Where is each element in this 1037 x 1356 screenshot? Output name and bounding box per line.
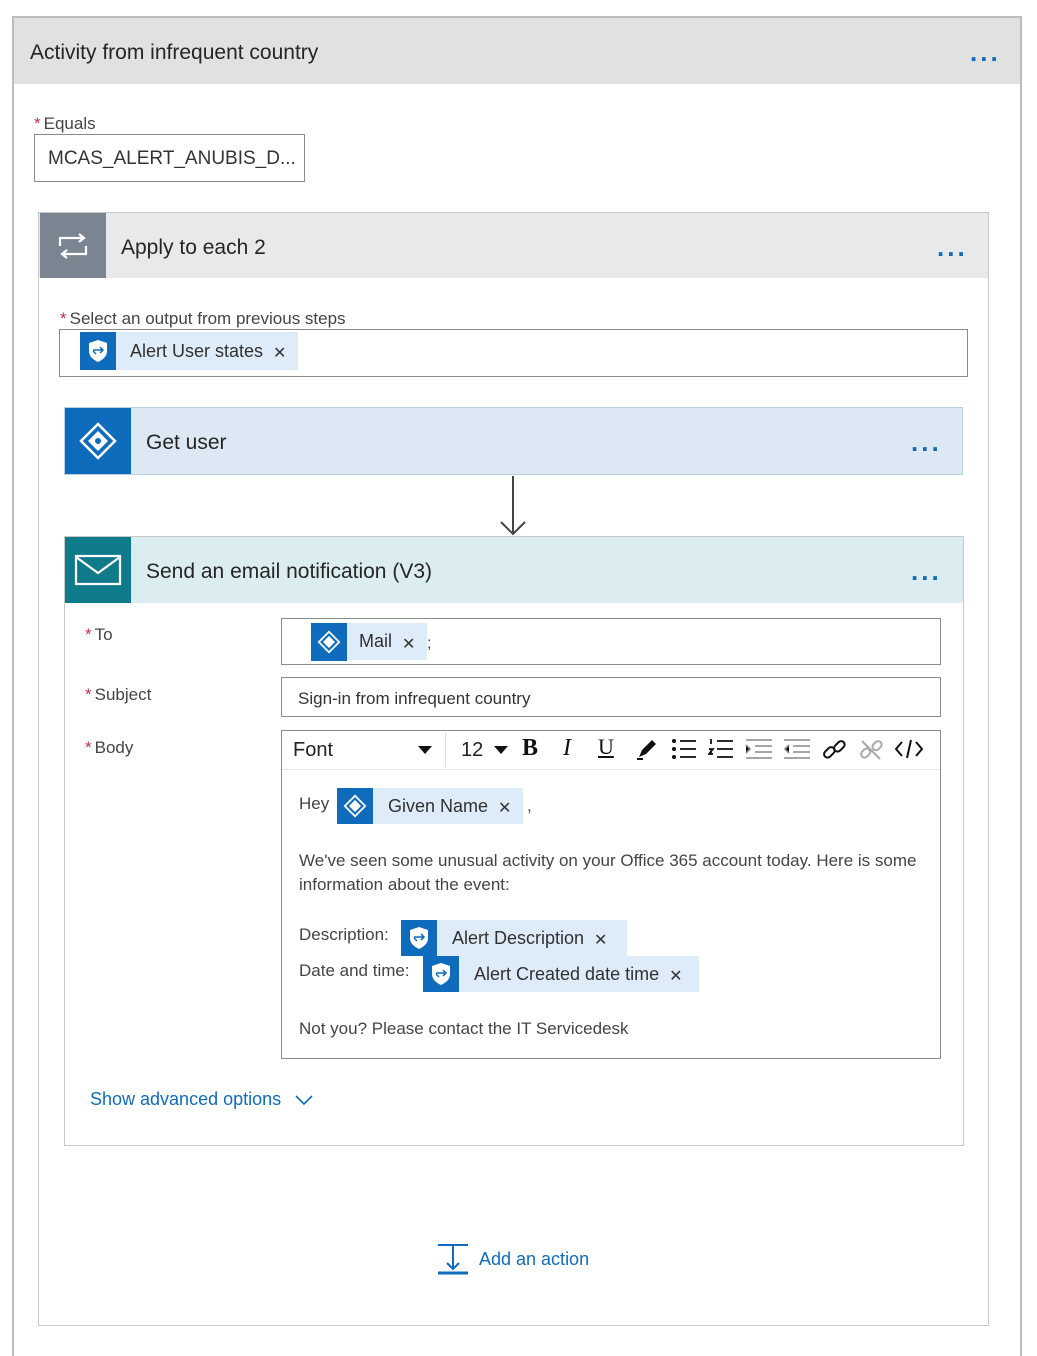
caret-down-icon bbox=[494, 746, 508, 754]
subject-value: Sign-in from infrequent country bbox=[298, 689, 531, 708]
add-action-icon bbox=[438, 1244, 468, 1275]
body-paragraph: We've seen some unusual activity on your… bbox=[299, 851, 917, 894]
shield-icon bbox=[80, 332, 116, 370]
equals-label: * Equals bbox=[34, 114, 96, 133]
indent-icon[interactable] bbox=[745, 738, 773, 760]
shield-icon bbox=[401, 920, 437, 956]
token-label: Alert Description bbox=[452, 927, 585, 948]
font-size-label: 12 bbox=[461, 739, 484, 761]
link-icon[interactable] bbox=[821, 737, 847, 763]
get-user-more-button[interactable]: ... bbox=[911, 429, 942, 455]
remove-token-icon[interactable]: ✕ bbox=[669, 966, 682, 986]
chevron-down-icon bbox=[295, 1094, 313, 1105]
add-action-label: Add an action bbox=[479, 1248, 590, 1269]
subject-input[interactable]: Sign-in from infrequent country bbox=[281, 677, 941, 717]
remove-token-icon[interactable]: ✕ bbox=[273, 343, 286, 363]
scope-title: Activity from infrequent country bbox=[30, 41, 319, 64]
apply-to-each-title: Apply to each 2 bbox=[121, 236, 266, 259]
scope-more-button[interactable]: ... bbox=[970, 39, 1001, 65]
token-mail[interactable]: Mail ✕ bbox=[311, 622, 428, 661]
font-size-dropdown[interactable]: 12 bbox=[455, 733, 515, 767]
unlink-icon[interactable] bbox=[858, 737, 884, 763]
token-alert-user-states[interactable]: Alert User states ✕ bbox=[80, 332, 299, 370]
font-dropdown-label: Font bbox=[293, 739, 334, 761]
email-more-button[interactable]: ... bbox=[911, 558, 942, 584]
output-label: * Select an output from previous steps bbox=[60, 309, 346, 328]
add-action-button[interactable]: Add an action bbox=[437, 1243, 589, 1275]
token-alert-description[interactable]: Alert Description ✕ bbox=[401, 920, 628, 956]
description-label: Description: bbox=[299, 925, 389, 944]
code-view-icon[interactable] bbox=[894, 738, 924, 760]
underline-icon[interactable]: U bbox=[598, 734, 614, 760]
remove-token-icon[interactable]: ✕ bbox=[402, 634, 415, 654]
greeting-separator: , bbox=[527, 796, 532, 815]
mail-icon bbox=[65, 537, 131, 603]
get-user-title: Get user bbox=[146, 431, 227, 454]
show-advanced-options-label: Show advanced options bbox=[90, 1089, 282, 1109]
equals-input[interactable]: MCAS_ALERT_ANUBIS_D... bbox=[34, 134, 305, 182]
token-label: Alert User states bbox=[130, 340, 264, 361]
numbered-list-icon[interactable] bbox=[708, 738, 734, 760]
caret-down-icon bbox=[418, 746, 432, 754]
token-label: Mail bbox=[359, 631, 393, 651]
body-label: * Body bbox=[85, 738, 134, 757]
italic-icon[interactable]: I bbox=[563, 735, 571, 762]
font-dropdown[interactable]: Font bbox=[285, 733, 446, 767]
bold-icon[interactable]: B bbox=[522, 735, 538, 762]
loop-icon bbox=[40, 213, 106, 278]
body-footer: Not you? Please contact the IT Servicede… bbox=[299, 1019, 629, 1038]
azure-ad-icon bbox=[65, 408, 131, 474]
email-title: Send an email notification (V3) bbox=[146, 560, 432, 583]
token-alert-created[interactable]: Alert Created date time ✕ bbox=[423, 956, 699, 992]
bullet-list-icon[interactable] bbox=[671, 738, 697, 760]
to-label: * To bbox=[85, 625, 113, 644]
azure-ad-icon bbox=[337, 788, 373, 824]
flow-arrow-icon bbox=[498, 476, 528, 543]
subject-label: * Subject bbox=[85, 685, 152, 704]
date-label: Date and time: bbox=[299, 961, 410, 980]
shield-icon bbox=[423, 956, 459, 992]
token-given-name[interactable]: Given Name ✕ bbox=[337, 788, 524, 824]
to-separator: ; bbox=[427, 635, 432, 652]
equals-value: MCAS_ALERT_ANUBIS_D... bbox=[48, 148, 296, 169]
show-advanced-options-link[interactable]: Show advanced options bbox=[90, 1089, 314, 1110]
remove-token-icon[interactable]: ✕ bbox=[594, 930, 607, 950]
remove-token-icon[interactable]: ✕ bbox=[498, 798, 511, 818]
apply-to-each-more-button[interactable]: ... bbox=[937, 234, 968, 260]
body-greeting: Hey bbox=[299, 794, 330, 813]
outdent-icon[interactable] bbox=[783, 738, 811, 760]
token-label: Alert Created date time bbox=[474, 963, 660, 984]
font-color-icon[interactable] bbox=[635, 737, 659, 761]
azure-ad-icon bbox=[311, 622, 347, 661]
token-label: Given Name bbox=[388, 795, 489, 816]
